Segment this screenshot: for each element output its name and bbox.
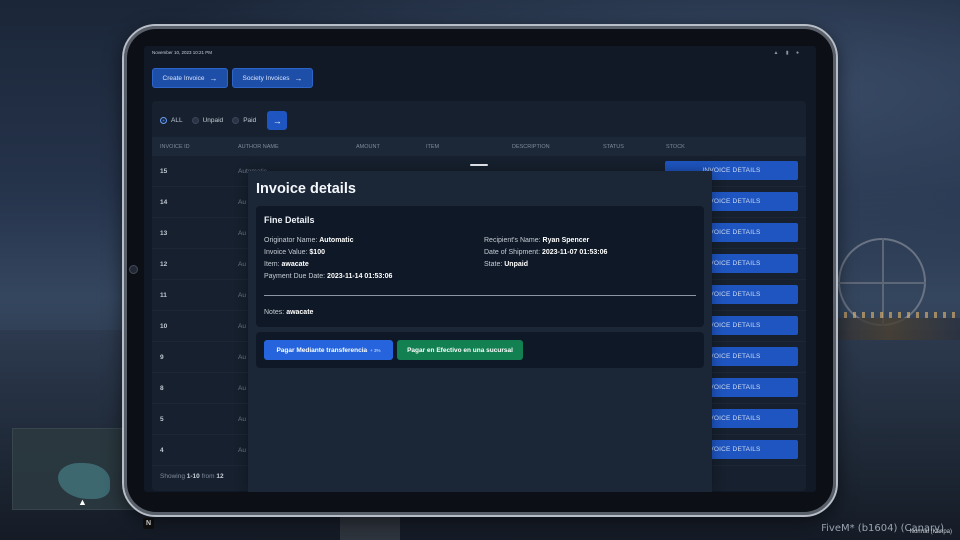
invoice-id: 12	[160, 261, 168, 268]
author-name: Au	[238, 416, 246, 423]
tablet-screen: November 10, 2023 10:21 PM ▲ ▮ ● Create …	[144, 46, 816, 492]
player-arrow-icon: ▲	[78, 497, 87, 507]
divider	[264, 295, 696, 296]
due-date-value: 2023-11-14 01:53:06	[327, 273, 393, 280]
author-name: Au	[238, 261, 246, 268]
transfer-fee: + 3%	[370, 347, 381, 353]
invoice-id: 8	[160, 385, 164, 392]
notes-field: Notes: awacate	[264, 309, 313, 316]
showing-prefix: Showing	[160, 473, 185, 480]
due-date-field: Payment Due Date: 2023-11-14 01:53:06	[264, 273, 392, 280]
pagination-summary: Showing 1-10 from 12	[160, 473, 224, 480]
card-title: Fine Details	[264, 215, 315, 225]
invoice-details-modal: Invoice details Fine Details Originator …	[248, 171, 712, 492]
state-value: Unpaid	[504, 261, 528, 268]
pay-transfer-button[interactable]: Pagar Mediante transferencia + 3%	[264, 340, 393, 360]
radio-paid-icon[interactable]	[232, 117, 240, 124]
arrow-right-icon: →	[272, 115, 282, 126]
pay-cash-button[interactable]: Pagar en Efectivo en una sucursal	[397, 340, 523, 360]
author-name: Au	[238, 292, 246, 299]
status-datetime: November 10, 2023 10:21 PM	[152, 50, 213, 55]
recipient-label: Recipient's Name:	[484, 237, 541, 244]
filter-paid[interactable]: Paid	[232, 117, 256, 124]
author-name: Au	[238, 323, 246, 330]
notes-value: awacate	[286, 309, 314, 316]
filter-paid-label: Paid	[243, 117, 257, 124]
table-header: INVOICE ID AUTHOR NAME AMOUNT ITEM DESCR…	[152, 137, 806, 156]
status-icons: ▲ ▮ ●	[773, 50, 802, 56]
minimap-north-icon: N	[143, 518, 154, 529]
create-invoice-button[interactable]: Create Invoice →	[152, 68, 228, 88]
header-author-name: AUTHOR NAME	[238, 144, 279, 150]
filter-unpaid[interactable]: Unpaid	[191, 117, 224, 124]
arrow-right-icon: →	[209, 73, 218, 83]
create-invoice-label: Create Invoice	[162, 74, 205, 82]
shipment-date-value: 2023-11-07 01:53:06	[541, 249, 608, 256]
filter-unpaid-label: Unpaid	[202, 117, 224, 124]
header-description: DESCRIPTION	[512, 144, 550, 150]
recipient-value: Ryan Spencer	[542, 237, 590, 244]
author-name: Au	[238, 230, 246, 237]
invoice-id: 5	[160, 416, 164, 423]
modal-drag-handle[interactable]	[470, 164, 488, 166]
invoice-id: 10	[160, 323, 168, 330]
shipment-date-field: Date of Shipment: 2023-11-07 01:53:06	[484, 249, 607, 256]
originator-field: Originator Name: Automatic	[264, 237, 353, 244]
filter-all-label: ALL	[171, 117, 183, 124]
pay-transfer-label: Pagar Mediante transferencia	[276, 346, 368, 354]
state-label: State:	[484, 261, 503, 268]
showing-from: from	[201, 473, 215, 480]
author-name: Au	[238, 354, 246, 361]
pier	[820, 318, 960, 340]
author-name: Au	[238, 199, 246, 206]
invoice-value-label: Invoice Value:	[264, 249, 308, 256]
payment-options: Pagar Mediante transferencia + 3% Pagar …	[256, 332, 704, 368]
radio-all-icon[interactable]	[160, 117, 167, 124]
pier-lights	[826, 312, 956, 318]
originator-value: Automatic	[319, 237, 354, 244]
filter-all[interactable]: ALL	[160, 117, 183, 124]
pay-cash-label: Pagar en Efectivo en una sucursal	[407, 346, 513, 354]
invoice-id: 4	[160, 447, 164, 454]
tablet-camera	[129, 265, 138, 274]
arrow-right-icon: →	[294, 73, 303, 83]
header-invoice-id: INVOICE ID	[160, 144, 190, 150]
header-item: ITEM	[426, 144, 440, 150]
society-invoices-label: Society Invoices	[242, 74, 290, 82]
invoice-id: 11	[160, 292, 167, 299]
notes-label: Notes:	[264, 309, 285, 316]
shipment-date-label: Date of Shipment:	[484, 249, 541, 256]
invoice-id: 15	[160, 168, 168, 175]
due-date-label: Payment Due Date:	[264, 273, 326, 280]
item-field: Item: awacate	[264, 261, 309, 268]
radio-unpaid-icon[interactable]	[191, 117, 199, 124]
status-filter: ALL Unpaid Paid →	[160, 111, 288, 130]
invoice-id: 9	[160, 354, 164, 361]
fine-details-card: Fine Details Originator Name: Automatic …	[256, 206, 704, 327]
showing-total: 12	[216, 473, 224, 480]
apply-filter-button[interactable]: →	[267, 111, 288, 130]
item-label: Item:	[264, 261, 280, 268]
item-value: awacate	[281, 261, 309, 268]
author-name: Au	[238, 385, 246, 392]
society-invoices-button[interactable]: Society Invoices →	[232, 68, 313, 88]
invoice-value-field: Invoice Value: $100	[264, 249, 325, 256]
header-amount: AMOUNT	[356, 144, 380, 150]
state-field: State: Unpaid	[484, 261, 528, 268]
author-name: Au	[238, 447, 246, 454]
invoice-id: 13	[160, 230, 168, 237]
recipient-field: Recipient's Name: Ryan Spencer	[484, 237, 589, 244]
header-status: STATUS	[603, 144, 624, 150]
fivem-mode: Normal (Kanpa)	[909, 529, 952, 535]
originator-label: Originator Name:	[264, 237, 318, 244]
showing-range: 1-10	[186, 473, 200, 480]
invoice-value: $100	[309, 249, 325, 256]
header-stock: STOCK	[666, 144, 685, 150]
invoice-id: 14	[160, 199, 168, 206]
modal-title: Invoice details	[256, 181, 356, 197]
